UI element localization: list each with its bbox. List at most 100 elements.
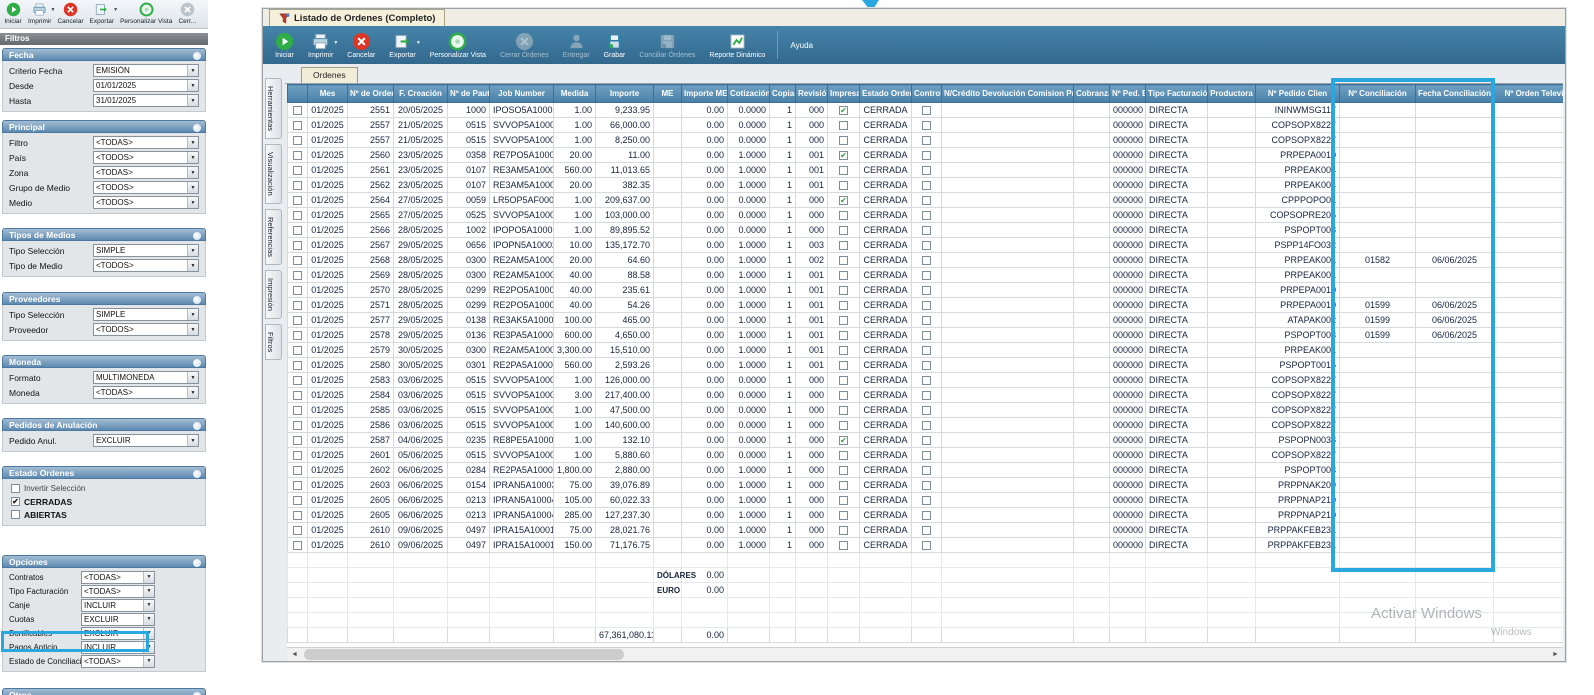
order-row[interactable]: 01/2025258503/06/20250515SVVOP5A100011.0… [288, 403, 1564, 418]
side-tab-filtros[interactable]: Filtros [265, 324, 282, 360]
order-row[interactable]: 01/2025260506/06/20250213IPRAN5A10004105… [288, 493, 1564, 508]
row-select-checkbox[interactable] [293, 541, 302, 550]
chevron-down-icon[interactable]: ▼ [143, 628, 154, 639]
control-checkbox[interactable] [922, 301, 931, 310]
row-select-checkbox[interactable] [293, 361, 302, 370]
combo-tipo-de-medio[interactable]: <TODOS>▼ [93, 259, 199, 272]
control-checkbox[interactable] [922, 526, 931, 535]
column-header-impresa[interactable]: Impresa [828, 85, 860, 103]
control-checkbox[interactable] [922, 481, 931, 490]
combo-desde[interactable]: 01/01/2025▼ [93, 79, 199, 92]
column-header-control[interactable]: Control [912, 85, 942, 103]
combo-hasta[interactable]: 31/01/2025▼ [93, 94, 199, 107]
impresa-checkbox[interactable] [839, 541, 848, 550]
order-row[interactable]: 01/2025260105/06/20250515SVVOP5A100011.0… [288, 448, 1564, 463]
order-row[interactable]: 01/2025256628/05/20251002IPOPO5A100011.0… [288, 223, 1564, 238]
row-select-checkbox[interactable] [293, 316, 302, 325]
impresa-checkbox[interactable] [839, 181, 848, 190]
order-row[interactable]: 01/2025257028/05/20250299RE2PO5A1000140.… [288, 283, 1564, 298]
control-checkbox[interactable] [922, 181, 931, 190]
combo-canje[interactable]: INCLUIR▼ [81, 599, 155, 612]
impresa-checkbox[interactable] [839, 451, 848, 460]
control-checkbox[interactable] [922, 211, 931, 220]
order-row[interactable]: 01/2025257829/05/20250136RE3PA5A10001600… [288, 328, 1564, 343]
panel-toggle-icon[interactable] [193, 422, 201, 430]
sidebar-toolbar-button-iniciar[interactable]: Iniciar [1, 1, 25, 26]
impresa-checkbox[interactable] [839, 391, 848, 400]
chevron-down-icon[interactable]: ▼ [187, 80, 198, 91]
column-header-fconc[interactable]: Fecha Conciliación [1416, 85, 1494, 103]
order-row[interactable]: 01/2025256729/05/20250656IPOPN5A1000210.… [288, 238, 1564, 253]
order-row[interactable]: 01/2025258030/05/20250301RE2PA5A10002560… [288, 358, 1564, 373]
column-header-rev[interactable]: Revisión [796, 85, 828, 103]
impresa-checkbox[interactable] [839, 406, 848, 415]
column-header-orden[interactable]: Nº de Orden [348, 85, 394, 103]
column-header-pedclien[interactable]: Nº Pedido Clien [1256, 85, 1340, 103]
control-checkbox[interactable] [922, 256, 931, 265]
combo-proveedor[interactable]: <TODOS>▼ [93, 323, 199, 336]
impresa-checkbox[interactable] [839, 256, 848, 265]
row-select-checkbox[interactable] [293, 376, 302, 385]
column-header-pedesp[interactable]: Nº Ped. Esp. [1110, 85, 1146, 103]
control-checkbox[interactable] [922, 151, 931, 160]
impresa-checkbox[interactable]: ✔ [839, 151, 848, 160]
order-row[interactable]: 01/2025256023/05/20250358RE7PO5A1000120.… [288, 148, 1564, 163]
row-select-checkbox[interactable] [293, 421, 302, 430]
impresa-checkbox[interactable]: ✔ [839, 196, 848, 205]
chevron-down-icon[interactable]: ▼ [143, 614, 154, 625]
column-header-select[interactable] [288, 85, 308, 103]
column-header-importe_me[interactable]: Importe ME [682, 85, 728, 103]
panel-toggle-icon[interactable] [193, 296, 201, 304]
row-select-checkbox[interactable] [293, 526, 302, 535]
dropdown-caret-icon[interactable]: ▼ [333, 40, 338, 46]
order-row[interactable]: 01/2025261009/06/20250497IPRA15A1000175.… [288, 523, 1564, 538]
impresa-checkbox[interactable] [839, 286, 848, 295]
sidebar-toolbar-button-personalizar-vista[interactable]: Personalizar Vista [117, 1, 175, 26]
column-header-mes[interactable]: Mes [308, 85, 348, 103]
order-row[interactable]: 01/2025258603/06/20250515SVVOP5A100011.0… [288, 418, 1564, 433]
control-checkbox[interactable] [922, 271, 931, 280]
combo-bonificables[interactable]: EXCLUIR▼ [81, 627, 155, 640]
panel-toggle-icon[interactable] [193, 232, 201, 240]
sidebar-toolbar-button-exportar[interactable]: ▼Exportar [86, 1, 117, 26]
column-header-cotiz[interactable]: Cotización [728, 85, 770, 103]
column-header-ncredito[interactable]: N/Crédito Devolución Comision Prov. [942, 85, 1074, 103]
order-row[interactable]: 01/2025256828/05/20250300RE2AM5A1000120.… [288, 253, 1564, 268]
impresa-checkbox[interactable]: ✔ [839, 436, 848, 445]
order-row[interactable]: 01/2025256123/05/20250107RE3AM5A10002560… [288, 163, 1564, 178]
panel-toggle-icon[interactable] [193, 559, 201, 567]
order-row[interactable]: 01/2025261009/06/20250497IPRA15A10001150… [288, 538, 1564, 553]
order-row[interactable]: 01/2025255721/05/20250515SVVOP5A100011.0… [288, 133, 1564, 148]
side-tab-visualizacion[interactable]: Visualización [265, 144, 282, 204]
control-checkbox[interactable] [922, 331, 931, 340]
chevron-down-icon[interactable]: ▼ [143, 642, 154, 653]
impresa-checkbox[interactable] [839, 166, 848, 175]
impresa-checkbox[interactable] [839, 331, 848, 340]
toolbar-button-imprimir[interactable]: ▼Imprimir [302, 27, 339, 63]
control-checkbox[interactable] [922, 406, 931, 415]
combo-moneda[interactable]: <TODAS>▼ [93, 386, 199, 399]
control-checkbox[interactable] [922, 226, 931, 235]
chevron-down-icon[interactable]: ▼ [187, 260, 198, 271]
row-select-checkbox[interactable] [293, 436, 302, 445]
column-header-telev[interactable]: Nº Orden Televisa [1494, 85, 1564, 103]
checked-checkbox[interactable]: ✔ [11, 497, 20, 506]
order-row[interactable]: 01/2025260206/06/20250284RE2PA5A100011,8… [288, 463, 1564, 478]
impresa-checkbox[interactable] [839, 136, 848, 145]
toolbar-button-cancelar[interactable]: Cancelar [341, 27, 381, 63]
order-row[interactable]: 01/2025257729/05/20250138RE3AK5A10001100… [288, 313, 1564, 328]
combo-tipo-seleccion[interactable]: SIMPLE▼ [93, 244, 199, 257]
combo-filtro[interactable]: <TODAS>▼ [93, 136, 199, 149]
column-header-fcre[interactable]: F. Creación [394, 85, 448, 103]
scroll-left-arrow-icon[interactable]: ◄ [287, 648, 302, 661]
combo-pedido-anul[interactable]: EXCLUIR▼ [93, 434, 199, 447]
impresa-checkbox[interactable] [839, 526, 848, 535]
impresa-checkbox[interactable] [839, 361, 848, 370]
sidebar-toolbar-button-cancelar[interactable]: Cancelar [54, 1, 86, 26]
row-select-checkbox[interactable] [293, 511, 302, 520]
scroll-thumb[interactable] [304, 649, 624, 660]
order-row[interactable]: 01/2025256928/05/20250300RE2AM5A1000140.… [288, 268, 1564, 283]
chevron-down-icon[interactable]: ▼ [187, 387, 198, 398]
estado-option-cerradas[interactable]: ✔CERRADAS [11, 495, 197, 508]
order-row[interactable]: 01/2025255721/05/20250515SVVOP5A100011.0… [288, 118, 1564, 133]
